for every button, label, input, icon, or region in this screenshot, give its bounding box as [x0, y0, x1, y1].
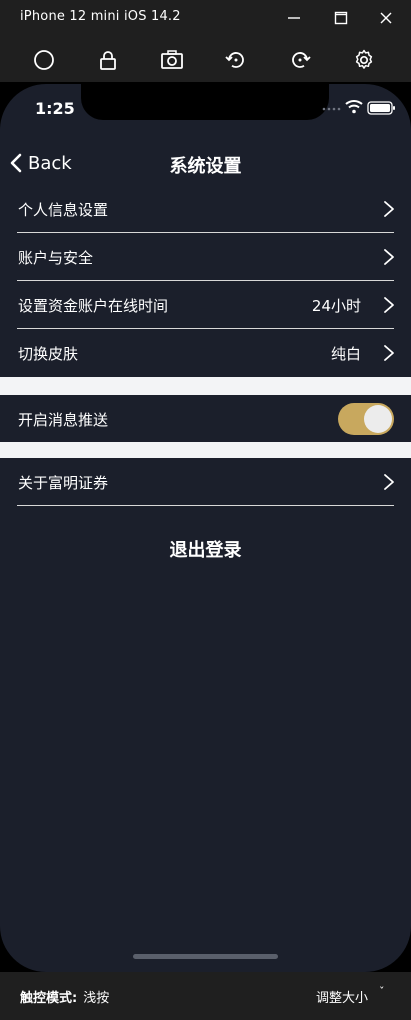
row-value: 24小时: [311, 297, 361, 315]
row-switch-skin[interactable]: 切换皮肤 纯白: [0, 329, 411, 377]
chevron-down-icon[interactable]: ˇ: [379, 985, 385, 998]
maximize-icon[interactable]: [328, 6, 354, 30]
row-about[interactable]: 关于富明证券: [0, 458, 411, 506]
row-label: 账户与安全: [18, 249, 94, 267]
chevron-right-icon: [384, 201, 394, 217]
status-icons: [322, 98, 397, 116]
chevron-right-icon: [384, 297, 394, 313]
touch-mode-value[interactable]: 浅按: [83, 991, 109, 1006]
page-title: 系统设置: [169, 156, 242, 177]
simulator-bottom-bar: 触控模式: 浅按 调整大小 ˇ: [0, 972, 411, 1020]
divider: [17, 505, 394, 506]
window-title: iPhone 12 mini iOS 14.2: [20, 9, 181, 24]
row-label: 切换皮肤: [18, 345, 79, 363]
close-icon[interactable]: [373, 6, 399, 30]
simulator-toolbar: [0, 36, 411, 82]
chevron-right-icon: [384, 474, 394, 490]
row-label: 个人信息设置: [18, 201, 109, 219]
row-label: 关于富明证券: [18, 474, 109, 492]
simulator-title-bar: iPhone 12 mini iOS 14.2: [0, 0, 411, 36]
section-gap: [0, 442, 411, 458]
row-push-notifications: 开启消息推送: [0, 395, 411, 443]
home-indicator: [133, 954, 278, 959]
chevron-right-icon: [384, 249, 394, 265]
logout-button[interactable]: 退出登录: [0, 536, 411, 562]
toggle-knob: [364, 405, 392, 433]
nav-bar: Back 系统设置: [0, 142, 411, 184]
camera-icon[interactable]: [157, 45, 187, 75]
section-gap: [0, 377, 411, 395]
resize-dropdown[interactable]: 调整大小: [316, 987, 368, 1006]
chevron-right-icon: [384, 345, 394, 361]
row-account-security[interactable]: 账户与安全: [0, 233, 411, 281]
touch-mode-label: 触控模式: 浅按: [20, 987, 109, 1006]
rotate-right-icon[interactable]: [285, 45, 315, 75]
battery-icon: [367, 101, 395, 115]
row-value: 纯白: [330, 345, 361, 363]
home-circle-icon[interactable]: [29, 45, 59, 75]
minimize-icon[interactable]: [281, 6, 307, 30]
row-fund-online-time[interactable]: 设置资金账户在线时间 24小时: [0, 281, 411, 329]
wifi-icon: [345, 100, 363, 114]
gear-icon[interactable]: [349, 45, 379, 75]
phone-notch: [81, 84, 329, 120]
push-toggle[interactable]: [338, 403, 394, 435]
signal-icon: [322, 107, 341, 111]
row-label: 开启消息推送: [18, 411, 109, 429]
rotate-left-icon[interactable]: [221, 45, 251, 75]
lock-icon[interactable]: [93, 45, 123, 75]
touch-mode-title: 触控模式:: [20, 991, 78, 1006]
status-time: 1:25: [35, 99, 75, 118]
row-personal-info[interactable]: 个人信息设置: [0, 185, 411, 233]
row-label: 设置资金账户在线时间: [18, 297, 169, 315]
phone-screen: 1:25 Back 系统设置 个人信息设置 账户与安全 设置资金账户在线时间 2…: [0, 84, 411, 972]
